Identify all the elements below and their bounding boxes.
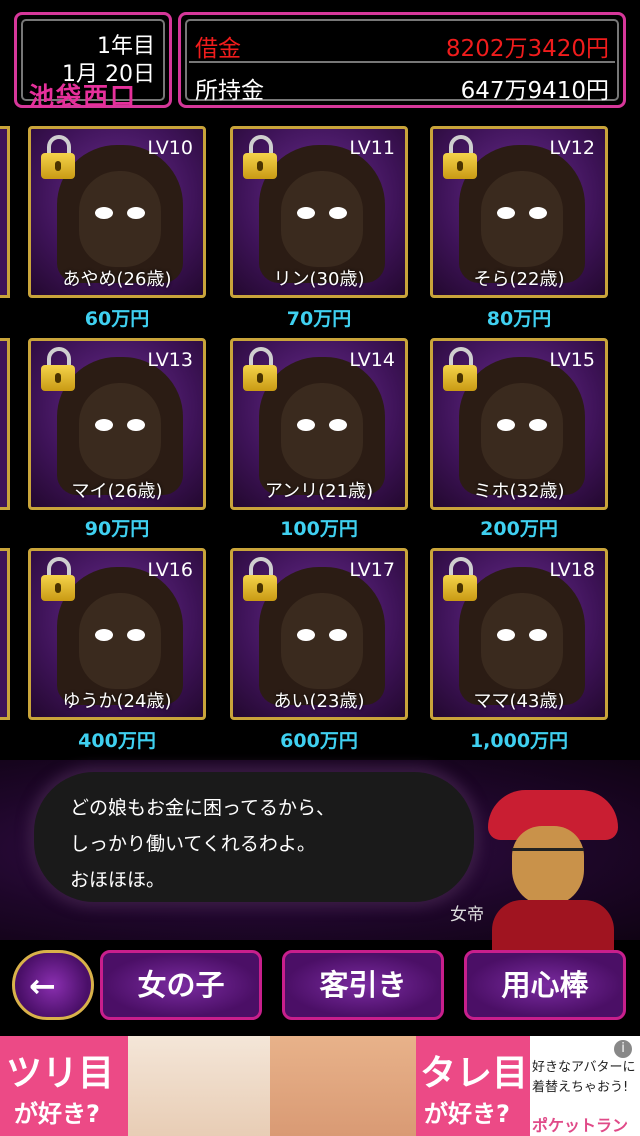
girl-card[interactable]: LV18 ママ(43歳) xyxy=(430,548,608,720)
girl-level: LV13 xyxy=(147,349,193,371)
girl-name: ミホ(32歳) xyxy=(473,481,565,502)
girl-card[interactable]: LV12 そら(22歳) xyxy=(430,126,608,298)
ad-left-sub: が好き? xyxy=(14,1100,100,1128)
lock-icon xyxy=(243,347,277,391)
girl-price: 80万円 xyxy=(486,308,552,330)
girl-level: LV17 xyxy=(349,559,395,581)
ad-girl-image xyxy=(128,1036,278,1136)
cash-value: 647万9410円 xyxy=(460,78,609,104)
girl-name: そら(22歳) xyxy=(473,269,565,290)
girl-price: 1,000万円 xyxy=(469,730,569,752)
date-panel: 1年目 1月 20日 池袋西口 xyxy=(14,12,172,111)
offscreen-card xyxy=(0,126,10,298)
girl-name: あやめ(26歳) xyxy=(62,269,172,290)
dialog-line: おほほほ。 xyxy=(70,869,166,891)
girl-card[interactable]: LV13 マイ(26歳) xyxy=(28,338,206,510)
girl-level: LV12 xyxy=(549,137,595,159)
girl-price: 600万円 xyxy=(280,730,358,752)
lock-icon xyxy=(443,347,477,391)
lock-icon xyxy=(243,557,277,601)
ad-logo: ポケットランド xyxy=(532,1116,629,1135)
girl-card[interactable]: LV11 リン(30歳) xyxy=(230,126,408,298)
girl-price: 100万円 xyxy=(280,518,358,540)
lock-icon xyxy=(443,135,477,179)
dialog-line: どの娘もお金に困ってるから、 xyxy=(70,797,336,819)
girl-name: あい(23歳) xyxy=(273,691,365,712)
girl-card[interactable]: LV14 アンリ(21歳) xyxy=(230,338,408,510)
back-button[interactable]: ← xyxy=(12,950,94,1020)
lock-icon xyxy=(41,347,75,391)
lock-icon xyxy=(443,557,477,601)
bodyguard-button[interactable]: 用心棒 xyxy=(464,950,626,1020)
cash-label: 所持金 xyxy=(195,78,264,104)
girl-price: 70万円 xyxy=(286,308,352,330)
girl-level: LV18 xyxy=(549,559,595,581)
ad-girl-image xyxy=(270,1036,420,1136)
girls-button[interactable]: 女の子 xyxy=(100,950,262,1020)
touting-button[interactable]: 客引き xyxy=(282,950,444,1020)
girl-level: LV14 xyxy=(349,349,395,371)
year-label: 1年目 xyxy=(97,34,155,59)
ad-right-headline: タレ目 xyxy=(420,1053,529,1094)
debt-value: 8202万3420円 xyxy=(445,36,609,62)
lock-icon xyxy=(41,557,75,601)
location-label: 池袋西口 xyxy=(29,82,138,111)
girl-card[interactable]: LV17 あい(23歳) xyxy=(230,548,408,720)
lock-icon xyxy=(243,135,277,179)
empress-portrait xyxy=(478,790,628,950)
ad-banner[interactable]: ツリ目 が好き? タレ目 が好き? 好きなアバターに 着替えちゃおう! ポケット… xyxy=(0,1036,640,1136)
ad-left-headline: ツリ目 xyxy=(6,1053,115,1094)
girl-name: ゆうか(24歳) xyxy=(62,691,172,712)
lock-icon xyxy=(41,135,75,179)
girl-name: ママ(43歳) xyxy=(473,691,565,712)
girl-price: 60万円 xyxy=(84,308,150,330)
money-panel: 借金 8202万3420円 所持金 647万9410円 xyxy=(178,12,626,108)
ad-tagline: 着替えちゃおう! xyxy=(532,1080,629,1095)
back-arrow-icon: ← xyxy=(29,967,56,1005)
info-icon[interactable]: i xyxy=(614,1040,632,1058)
ad-tagline: 好きなアバターに xyxy=(532,1060,636,1075)
girl-price: 400万円 xyxy=(78,730,156,752)
girl-price: 90万円 xyxy=(84,518,150,540)
debt-label: 借金 xyxy=(195,36,241,62)
offscreen-card xyxy=(0,548,10,720)
speaker-name: 女帝 xyxy=(450,905,484,925)
offscreen-card xyxy=(0,338,10,510)
girl-level: LV15 xyxy=(549,349,595,371)
girl-card[interactable]: LV16 ゆうか(24歳) xyxy=(28,548,206,720)
girl-price: 200万円 xyxy=(480,518,558,540)
girl-name: リン(30歳) xyxy=(273,269,365,290)
girl-card[interactable]: LV15 ミホ(32歳) xyxy=(430,338,608,510)
girl-name: アンリ(21歳) xyxy=(264,481,374,502)
dialog-line: しっかり働いてくれるわよ。 xyxy=(70,833,316,855)
girl-name: マイ(26歳) xyxy=(71,481,163,502)
girl-level: LV10 xyxy=(147,137,193,159)
ad-right-sub: が好き? xyxy=(424,1100,510,1128)
girl-level: LV16 xyxy=(147,559,193,581)
girl-card[interactable]: LV10 あやめ(26歳) xyxy=(28,126,206,298)
girl-level: LV11 xyxy=(349,137,395,159)
